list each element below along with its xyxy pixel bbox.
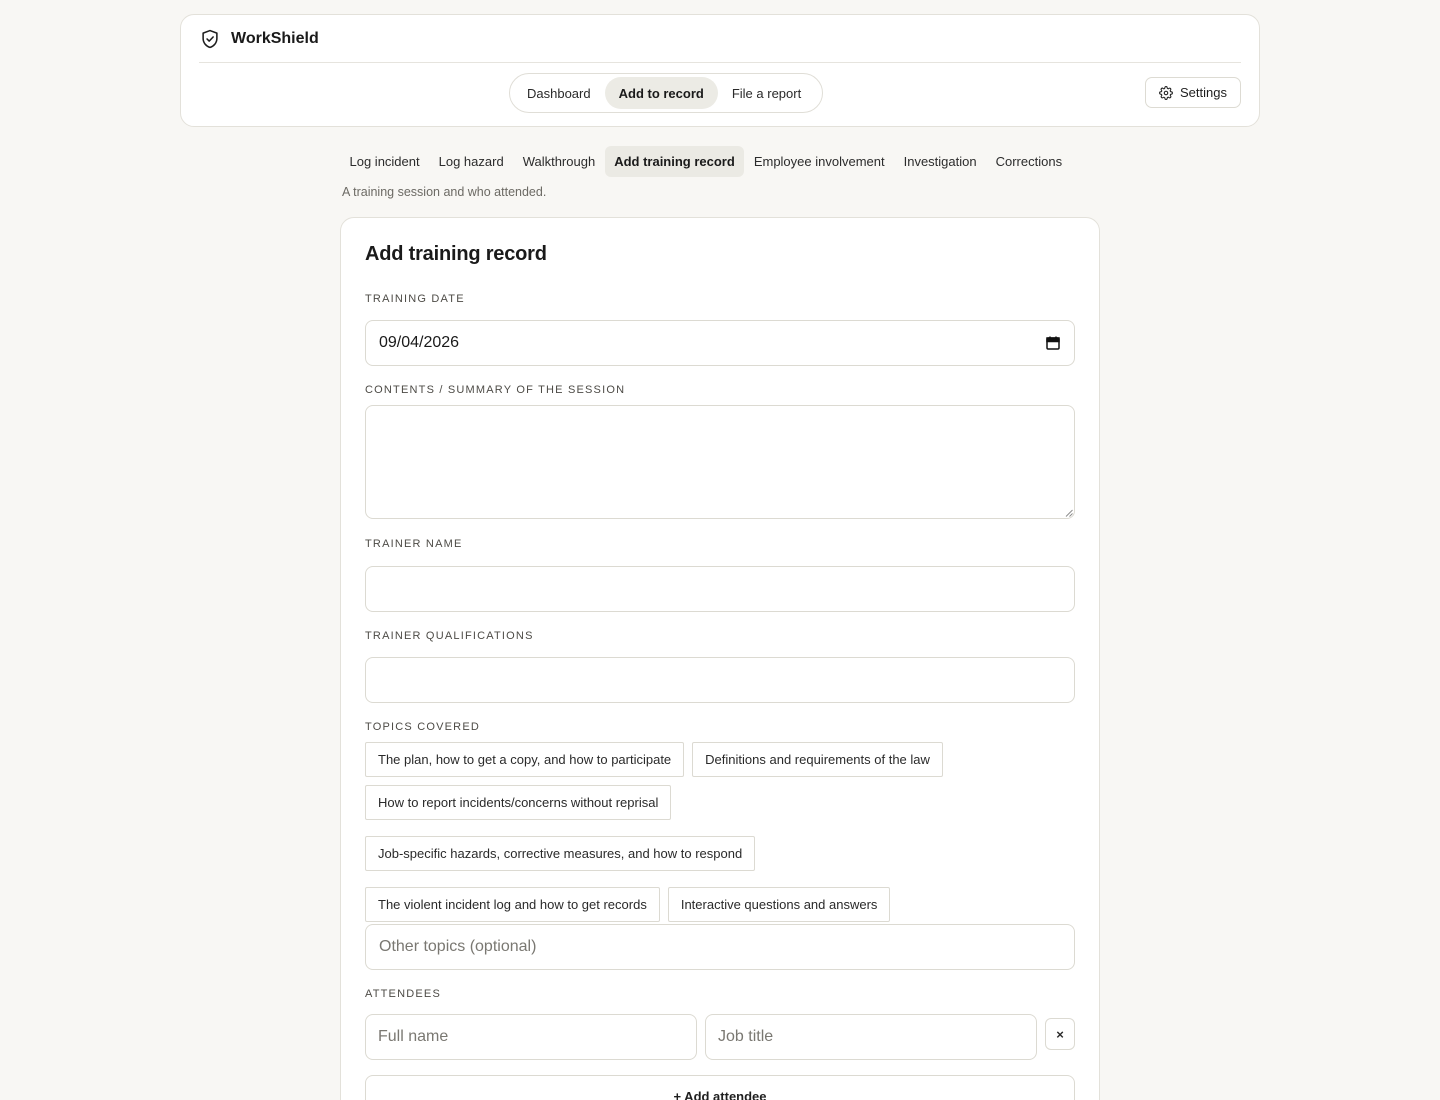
nav-dashboard[interactable]: Dashboard [513,77,605,109]
topics-label: Topics covered [365,721,481,733]
topic-chip[interactable]: Job-specific hazards, corrective measure… [365,836,756,871]
attendee-row: × [365,1014,1075,1060]
tab-log-hazard[interactable]: Log hazard [429,146,513,177]
trainer-qualifications-label: Trainer qualifications [365,630,534,642]
topic-chip[interactable]: Definitions and requirements of the law [692,742,943,777]
training-record-form: Add training record Training date 09/04/… [340,217,1100,1100]
remove-attendee-button[interactable]: × [1045,1018,1075,1050]
summary-textarea[interactable] [365,405,1075,519]
training-date-input[interactable]: 09/04/2026 [365,320,1075,366]
tab-walkthrough[interactable]: Walkthrough [513,146,605,177]
tab-investigation[interactable]: Investigation [894,146,986,177]
training-date-label: Training date [365,293,465,305]
add-attendee-button[interactable]: + Add attendee [365,1075,1075,1100]
sub-tabs: Log incident Log hazard Walkthrough Add … [340,145,1102,177]
tab-log-incident[interactable]: Log incident [340,146,429,177]
calendar-icon[interactable] [1045,335,1061,351]
topic-chip[interactable]: Interactive questions and answers [667,887,891,922]
topic-chip[interactable]: The violent incident log and how to get … [365,887,660,922]
tab-corrections[interactable]: Corrections [986,146,1071,177]
settings-button[interactable]: Settings [1145,77,1241,108]
topic-chip[interactable]: The plan, how to get a copy, and how to … [365,742,685,777]
brand-name: WorkShield [231,29,319,47]
trainer-name-input[interactable] [365,566,1075,612]
other-topics-input[interactable] [365,924,1075,970]
brand-row: WorkShield [199,15,1241,63]
main-nav: Dashboard Add to record File a report [509,73,823,113]
trainer-qualifications-input[interactable] [365,657,1075,703]
settings-label: Settings [1180,85,1227,100]
topic-chip[interactable]: How to report incidents/concerns without… [365,785,672,820]
form-title: Add training record [365,243,547,265]
close-icon: × [1056,1026,1064,1042]
resize-grip-icon[interactable] [1065,509,1073,517]
training-date-value: 09/04/2026 [379,334,460,351]
app-header: WorkShield Dashboard Add to record File … [180,14,1260,127]
gear-icon [1159,85,1173,100]
shield-check-icon [199,28,221,50]
trainer-name-label: Trainer name [365,538,463,550]
attendees-label: Attendees [365,988,441,1000]
nav-add-to-record[interactable]: Add to record [604,77,718,109]
tab-add-training-record[interactable]: Add training record [604,145,745,177]
nav-file-a-report[interactable]: File a report [718,77,815,109]
attendee-full-name-input[interactable] [365,1014,697,1060]
tab-description: A training session and who attended. [342,185,547,199]
summary-label: Contents / summary of the session [365,384,626,396]
tab-employee-involvement[interactable]: Employee involvement [744,146,894,177]
attendee-job-title-input[interactable] [705,1014,1037,1060]
topic-chips: The plan, how to get a copy, and how to … [365,742,1077,922]
